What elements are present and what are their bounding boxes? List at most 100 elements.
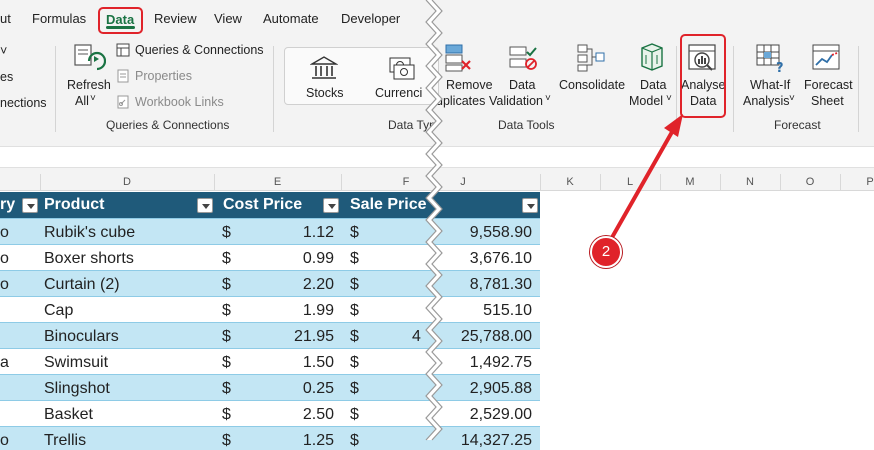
data-model-label-2[interactable]: Model: [629, 94, 663, 108]
product-cell[interactable]: Curtain (2): [44, 276, 120, 294]
sale-currency-cell[interactable]: $: [350, 328, 359, 346]
table-header-row: ry Product Cost Price Sale Price: [0, 192, 540, 218]
category-cell[interactable]: o: [0, 224, 9, 242]
sale-currency-cell[interactable]: $: [350, 250, 359, 268]
cost-currency-cell[interactable]: $: [222, 328, 231, 346]
filter-dropdown-cost-price[interactable]: [323, 198, 339, 213]
empty-grid[interactable]: [540, 192, 874, 450]
sale-currency-cell[interactable]: $: [350, 302, 359, 320]
table-row[interactable]: Binoculars $21.95 $4 25,788.00: [0, 322, 540, 348]
product-cell[interactable]: Swimsuit: [44, 354, 108, 372]
sale-currency-cell[interactable]: $: [350, 432, 359, 450]
sale-currency-cell[interactable]: $: [350, 406, 359, 424]
sale-price-cell[interactable]: 4: [412, 328, 421, 346]
sale-currency-cell[interactable]: $: [350, 354, 359, 372]
cost-price-cell[interactable]: 0.99: [303, 250, 334, 268]
total-cell[interactable]: 515.10: [483, 302, 532, 320]
cost-currency-cell[interactable]: $: [222, 250, 231, 268]
cost-currency-cell[interactable]: $: [222, 354, 231, 372]
cost-currency-cell[interactable]: $: [222, 302, 231, 320]
what-if-analysis-label-2[interactable]: Analysis: [743, 94, 790, 108]
tab-layout[interactable]: ut: [0, 11, 11, 26]
cost-price-cell[interactable]: 1.50: [303, 354, 334, 372]
tab-developer[interactable]: Developer: [341, 11, 400, 26]
total-cell[interactable]: 25,788.00: [461, 328, 532, 346]
col-header-k[interactable]: K: [540, 176, 600, 188]
filter-dropdown-category[interactable]: [22, 198, 38, 213]
table-row[interactable]: o Curtain (2) $2.20 $8,781.30: [0, 270, 540, 296]
sale-currency-cell[interactable]: $: [350, 276, 359, 294]
cost-currency-cell[interactable]: $: [222, 224, 231, 242]
cost-price-cell[interactable]: 1.25: [303, 432, 334, 450]
tab-automate[interactable]: Automate: [263, 11, 319, 26]
total-cell[interactable]: 3,676.10: [470, 250, 532, 268]
product-cell[interactable]: Rubik's cube: [44, 224, 135, 242]
product-cell[interactable]: Binoculars: [44, 328, 119, 346]
remove-duplicates-label-1[interactable]: Remove: [446, 78, 493, 92]
forecast-sheet-label-1[interactable]: Forecast: [804, 78, 853, 92]
cost-currency-cell[interactable]: $: [222, 380, 231, 398]
forecast-sheet-label-2[interactable]: Sheet: [811, 94, 844, 108]
product-cell[interactable]: Cap: [44, 302, 73, 320]
stocks-button[interactable]: Stocks: [306, 86, 344, 100]
tab-formulas[interactable]: Formulas: [32, 11, 86, 26]
product-cell[interactable]: Basket: [44, 406, 93, 424]
product-cell[interactable]: Slingshot: [44, 380, 110, 398]
tab-view[interactable]: View: [214, 11, 242, 26]
cost-currency-cell[interactable]: $: [222, 406, 231, 424]
remove-duplicates-label-2[interactable]: uplicates: [436, 94, 485, 108]
consolidate-button[interactable]: Consolidate: [559, 78, 625, 92]
table-row[interactable]: Slingshot $0.25 $2,905.88: [0, 374, 540, 400]
tab-review[interactable]: Review: [154, 11, 197, 26]
queries-connections-button[interactable]: Queries & Connections: [135, 43, 264, 57]
col-header-e[interactable]: E: [214, 176, 341, 188]
table-row[interactable]: Basket $2.50 $2,529.00: [0, 400, 540, 426]
cost-currency-cell[interactable]: $: [222, 276, 231, 294]
total-cell[interactable]: 2,529.00: [470, 406, 532, 424]
workbook-links-button[interactable]: Workbook Links: [135, 95, 224, 109]
category-cell[interactable]: o: [0, 432, 9, 450]
table-row[interactable]: o Trellis $1.25 $14,327.25: [0, 426, 540, 450]
cost-currency-cell[interactable]: $: [222, 432, 231, 450]
total-cell[interactable]: 2,905.88: [470, 380, 532, 398]
col-header-n[interactable]: N: [720, 176, 780, 188]
col-header-l[interactable]: L: [600, 176, 660, 188]
cost-price-cell[interactable]: 21.95: [294, 328, 334, 346]
sale-currency-cell[interactable]: $: [350, 380, 359, 398]
currencies-button[interactable]: Currenci: [375, 86, 422, 100]
filter-dropdown-total[interactable]: [522, 198, 538, 213]
table-row[interactable]: o Rubik's cube $1.12 $9,558.90: [0, 218, 540, 244]
product-cell[interactable]: Boxer shorts: [44, 250, 134, 268]
cost-price-cell[interactable]: 0.25: [303, 380, 334, 398]
total-cell[interactable]: 8,781.30: [470, 276, 532, 294]
partial-dropdown[interactable]: ˅: [0, 44, 7, 58]
cost-price-cell[interactable]: 1.99: [303, 302, 334, 320]
col-header-j[interactable]: J: [448, 176, 478, 188]
tab-data[interactable]: Data: [98, 7, 143, 34]
what-if-analysis-label-1[interactable]: What-If: [750, 78, 790, 92]
category-cell[interactable]: a: [0, 354, 9, 372]
filter-dropdown-product[interactable]: [197, 198, 213, 213]
col-header-m[interactable]: M: [660, 176, 720, 188]
col-header-o[interactable]: O: [780, 176, 840, 188]
cost-price-cell[interactable]: 1.12: [303, 224, 334, 242]
col-header-d[interactable]: D: [40, 176, 214, 188]
total-cell[interactable]: 1,492.75: [470, 354, 532, 372]
table-row[interactable]: a Swimsuit $1.50 $1,492.75: [0, 348, 540, 374]
data-validation-label-2[interactable]: Validation: [489, 94, 543, 108]
product-cell[interactable]: Trellis: [44, 432, 86, 450]
category-cell[interactable]: o: [0, 276, 9, 294]
data-model-label-1[interactable]: Data: [640, 78, 666, 92]
properties-button[interactable]: Properties: [135, 69, 192, 83]
cost-price-cell[interactable]: 2.50: [303, 406, 334, 424]
table-row[interactable]: o Boxer shorts $0.99 $3,676.10: [0, 244, 540, 270]
data-validation-label-1[interactable]: Data: [509, 78, 535, 92]
sale-currency-cell[interactable]: $: [350, 224, 359, 242]
total-cell[interactable]: 9,558.90: [470, 224, 532, 242]
category-cell[interactable]: o: [0, 250, 9, 268]
col-header-p[interactable]: P: [840, 176, 874, 188]
total-cell[interactable]: 14,327.25: [461, 432, 532, 450]
cost-price-cell[interactable]: 2.20: [303, 276, 334, 294]
table-row[interactable]: Cap $1.99 $515.10: [0, 296, 540, 322]
formula-bar[interactable]: [0, 146, 874, 168]
